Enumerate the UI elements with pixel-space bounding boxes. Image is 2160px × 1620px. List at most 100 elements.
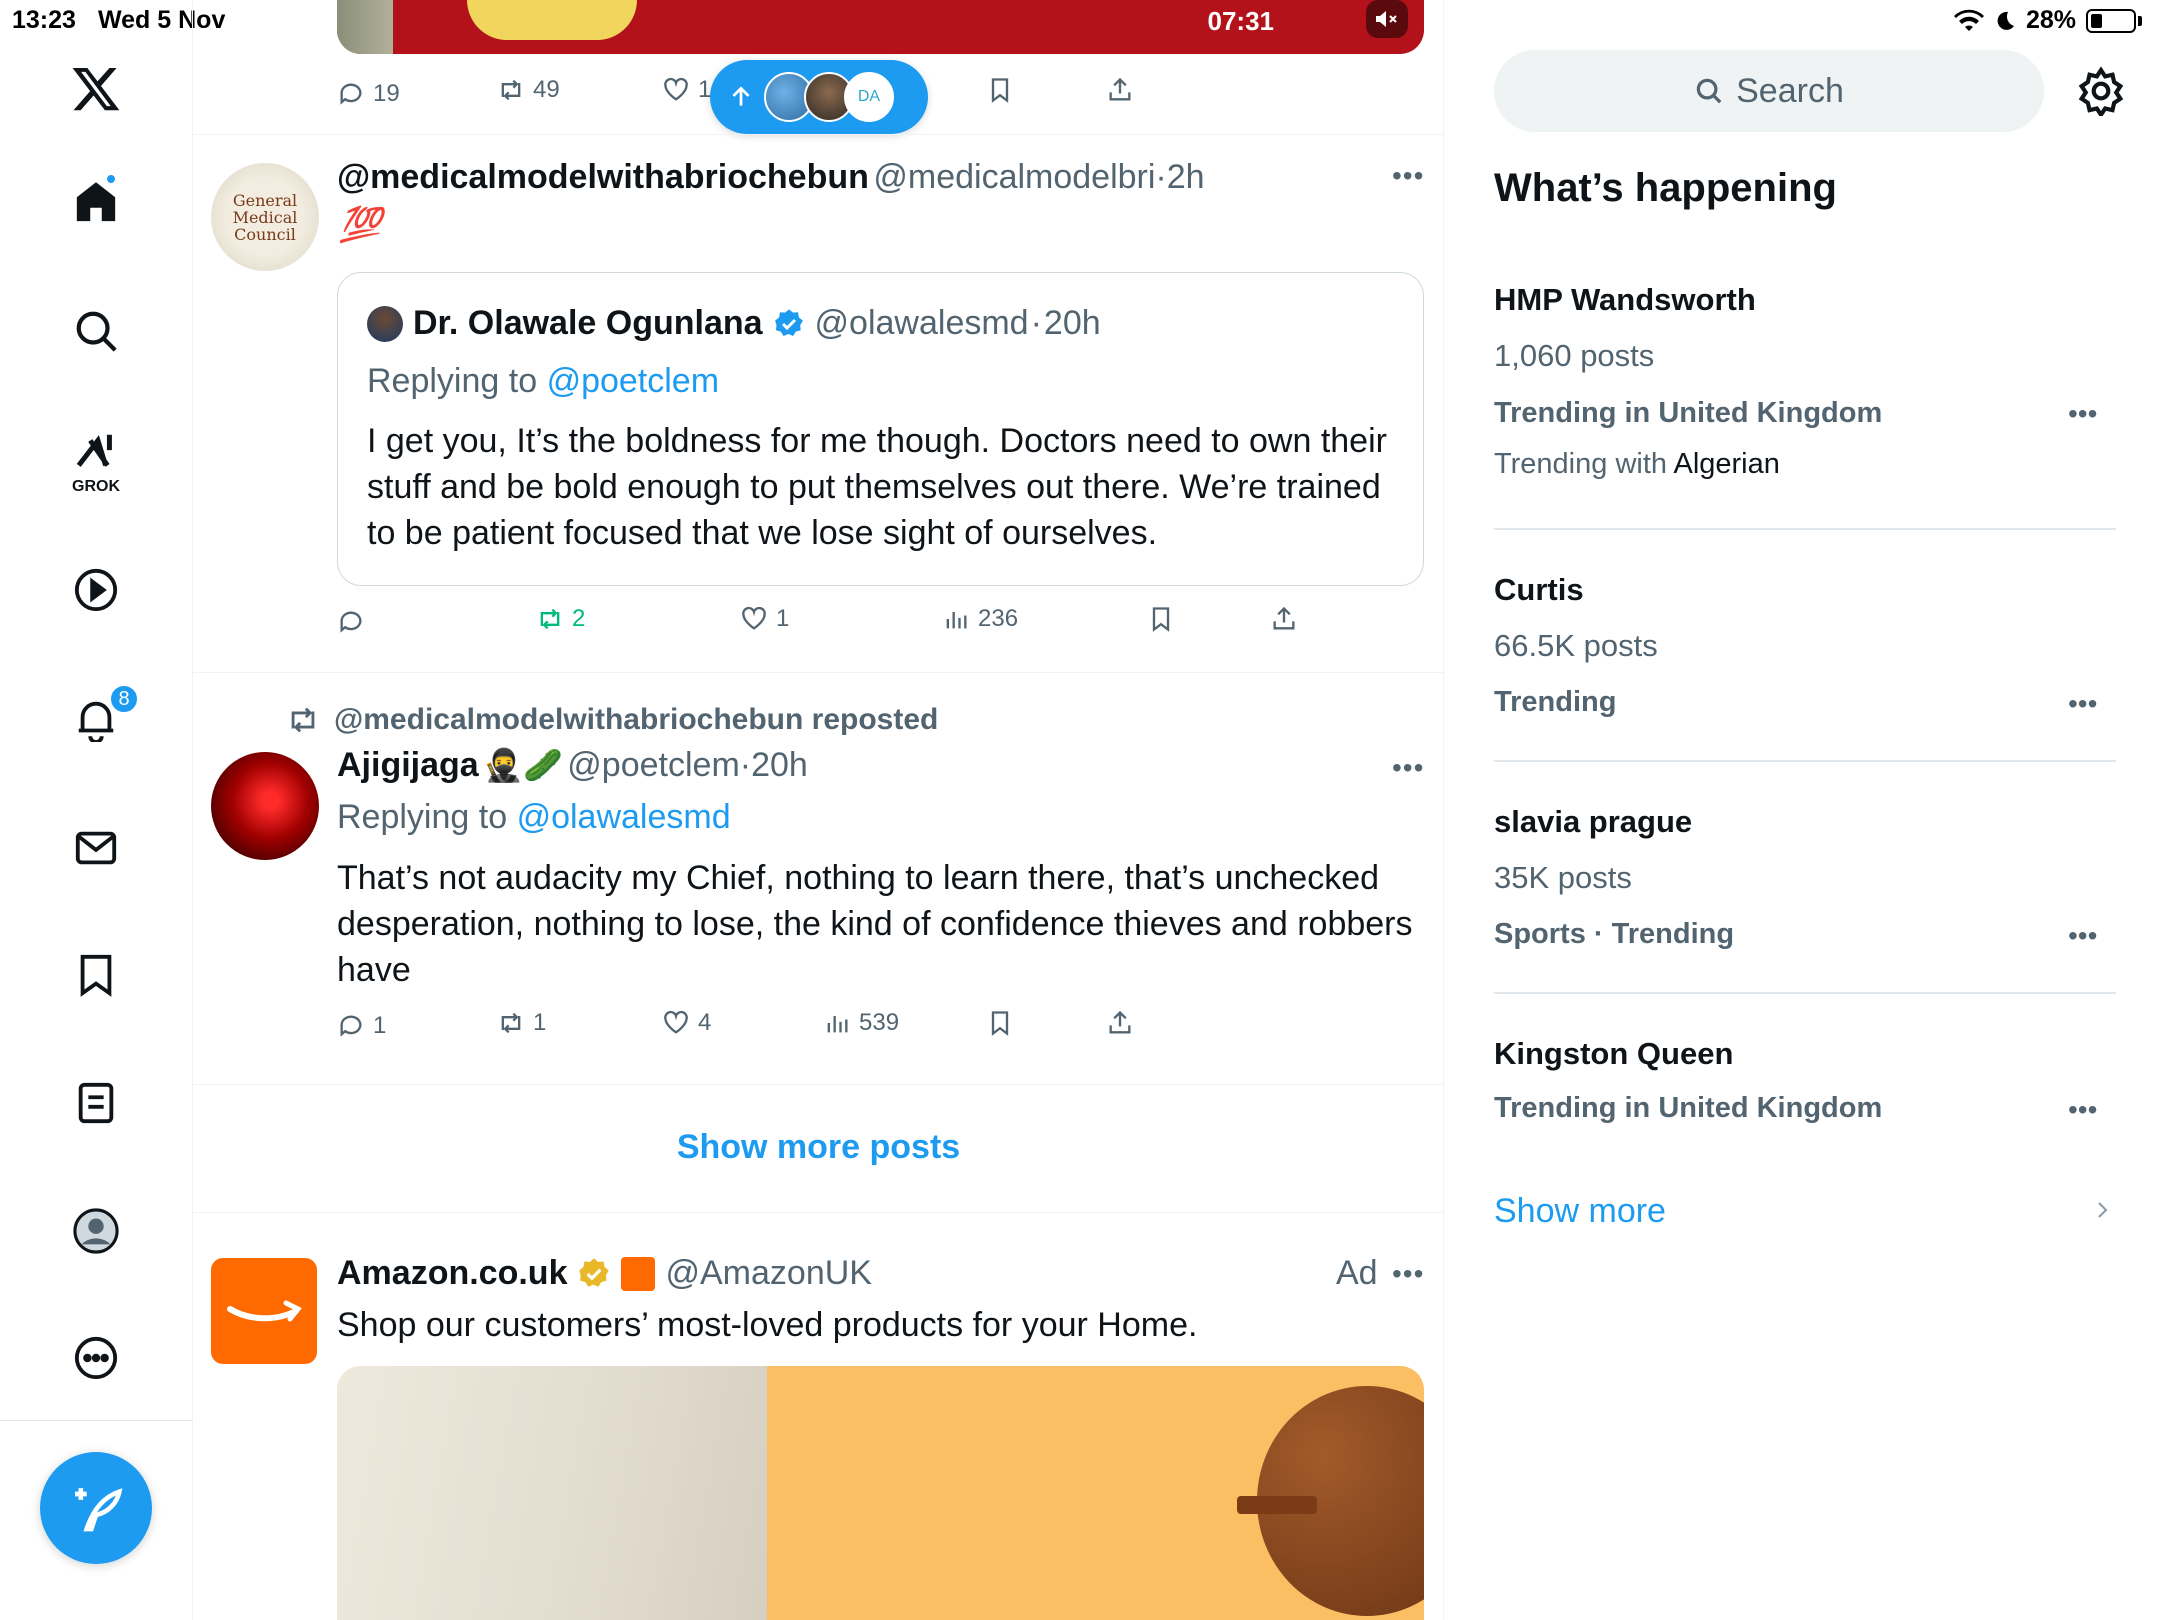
trend-more-icon[interactable]: ••• bbox=[2068, 920, 2097, 952]
author-handle[interactable]: @poetclem bbox=[567, 746, 739, 784]
mute-button[interactable] bbox=[1366, 0, 1408, 38]
share-icon bbox=[1109, 1010, 1131, 1034]
quote-avatar bbox=[367, 305, 403, 342]
repost-button[interactable]: 49 bbox=[497, 76, 560, 104]
more-options-icon[interactable]: ••• bbox=[1392, 752, 1424, 784]
repost-context-label[interactable]: @medicalmodelwithabriochebun reposted bbox=[334, 703, 938, 737]
video-icon[interactable] bbox=[51, 545, 141, 635]
verified-gold-icon bbox=[579, 1257, 610, 1287]
post-avatar[interactable] bbox=[211, 752, 319, 860]
bookmark-button[interactable] bbox=[986, 1009, 1014, 1037]
grok-label: GROK bbox=[72, 478, 120, 495]
post-divider bbox=[193, 672, 1444, 673]
show-more-trends-link[interactable]: Show more bbox=[1494, 1192, 1666, 1231]
ad-image[interactable] bbox=[337, 1366, 1424, 1620]
author-handle[interactable]: @medicalmodelbri bbox=[873, 158, 1155, 196]
quote-author-handle: @olawalesmd bbox=[814, 304, 1029, 342]
repost-button[interactable]: 1 bbox=[497, 1009, 546, 1037]
trend-title[interactable]: HMP Wandsworth bbox=[1494, 282, 1756, 318]
views-icon bbox=[946, 612, 967, 629]
post-header: @medicalmodelwithabriochebun @medicalmod… bbox=[337, 158, 1205, 197]
more-options-icon[interactable]: ••• bbox=[1392, 1258, 1424, 1290]
search-icon[interactable] bbox=[51, 286, 141, 376]
replying-to: Replying to @olawalesmd bbox=[337, 798, 731, 837]
trend-with-prefix: Trending with bbox=[1494, 448, 1668, 480]
verified-icon bbox=[774, 308, 803, 336]
post-avatar[interactable]: General Medical Council bbox=[211, 163, 319, 271]
grok-icon[interactable]: GROK bbox=[51, 416, 141, 506]
like-count: 1 bbox=[776, 605, 790, 632]
search-input[interactable]: Search bbox=[1494, 50, 2044, 132]
author-name[interactable]: @medicalmodelwithabriochebun bbox=[337, 158, 869, 196]
view-count: 539 bbox=[859, 1009, 900, 1036]
notifications-badge: 8 bbox=[109, 684, 139, 714]
reply-button[interactable]: 19 bbox=[337, 80, 400, 108]
ad-author-handle[interactable]: @AmazonUK bbox=[665, 1254, 871, 1293]
reply-button[interactable] bbox=[337, 608, 365, 636]
post-text: That’s not audacity my Chief, nothing to… bbox=[337, 859, 1413, 989]
post-time: 20h bbox=[751, 746, 808, 784]
quote-replying-to: Replying to @poetclem bbox=[367, 362, 719, 401]
post-divider bbox=[193, 1084, 1444, 1085]
status-indicators: 28% bbox=[1953, 6, 2142, 35]
trend-title[interactable]: Kingston Queen bbox=[1494, 1036, 1733, 1072]
trend-count: 35K posts bbox=[1494, 860, 1632, 895]
repost-context: @medicalmodelwithabriochebun reposted bbox=[286, 703, 938, 737]
compose-button[interactable] bbox=[40, 1452, 152, 1564]
trend-title[interactable]: slavia prague bbox=[1494, 804, 1692, 840]
notifications-icon[interactable]: 8 bbox=[51, 674, 141, 764]
search-icon bbox=[1696, 78, 1722, 104]
trend-title[interactable]: Curtis bbox=[1494, 572, 1584, 608]
like-button[interactable]: 1 bbox=[740, 605, 789, 633]
trend-with-topic[interactable]: Algerian bbox=[1673, 448, 1779, 480]
bookmark-icon bbox=[991, 78, 1009, 103]
bookmark-button[interactable] bbox=[1147, 605, 1175, 633]
nav-divider bbox=[0, 1420, 193, 1421]
post-divider bbox=[193, 1212, 1444, 1213]
home-icon[interactable] bbox=[51, 157, 141, 247]
replying-to-link[interactable]: @olawalesmd bbox=[517, 798, 731, 836]
moon-icon bbox=[1997, 11, 2014, 30]
bookmarks-icon[interactable] bbox=[51, 930, 141, 1020]
like-button[interactable]: 4 bbox=[662, 1009, 711, 1037]
trend-divider bbox=[1494, 528, 2116, 530]
heart-icon bbox=[664, 1010, 688, 1034]
chevron-right-icon[interactable] bbox=[2090, 1198, 2114, 1222]
reply-button[interactable]: 1 bbox=[337, 1012, 386, 1040]
profile-icon[interactable] bbox=[51, 1186, 141, 1276]
messages-icon[interactable] bbox=[51, 803, 141, 893]
trend-more-icon[interactable]: ••• bbox=[2068, 1094, 2097, 1126]
more-options-icon[interactable]: ••• bbox=[1392, 160, 1424, 192]
views-button[interactable]: 236 bbox=[942, 605, 1018, 633]
trend-more-icon[interactable]: ••• bbox=[2068, 688, 2097, 720]
pill-avatar: DA bbox=[844, 72, 894, 122]
ad-text: Shop our customers’ most-loved products … bbox=[337, 1306, 1198, 1344]
quote-author-name: Dr. Olawale Ogunlana bbox=[413, 304, 763, 342]
repost-icon bbox=[501, 1012, 521, 1034]
reply-icon bbox=[340, 1015, 362, 1037]
like-button[interactable]: 1 bbox=[662, 76, 711, 104]
settings-gear-icon[interactable] bbox=[2076, 66, 2126, 116]
views-button[interactable]: 539 bbox=[823, 1009, 899, 1037]
replying-to-link[interactable]: @poetclem bbox=[547, 362, 719, 400]
x-logo-icon[interactable] bbox=[51, 44, 141, 134]
repost-count: 49 bbox=[533, 76, 560, 103]
lists-icon[interactable] bbox=[51, 1058, 141, 1148]
ad-author-name[interactable]: Amazon.co.uk bbox=[337, 1254, 567, 1293]
video-player[interactable]: 07:31 bbox=[337, 0, 1424, 54]
bookmark-button[interactable] bbox=[986, 76, 1014, 104]
replying-prefix: Replying to bbox=[367, 362, 538, 400]
repost-button[interactable]: 2 bbox=[536, 605, 585, 633]
share-button[interactable] bbox=[1270, 605, 1298, 633]
more-icon[interactable] bbox=[51, 1313, 141, 1403]
amazon-logo-icon[interactable] bbox=[211, 1258, 317, 1364]
share-button[interactable] bbox=[1106, 1009, 1134, 1037]
trend-more-icon[interactable]: ••• bbox=[2068, 398, 2097, 430]
separator: · bbox=[1155, 158, 1167, 196]
show-more-posts-link[interactable]: Show more posts bbox=[193, 1128, 1444, 1167]
share-button[interactable] bbox=[1106, 76, 1134, 104]
author-name[interactable]: Ajigijaga bbox=[337, 746, 479, 784]
trend-count: 66.5K posts bbox=[1494, 628, 1658, 663]
new-posts-pill[interactable]: DA bbox=[710, 60, 928, 134]
ad-label: Ad bbox=[1336, 1254, 1378, 1292]
